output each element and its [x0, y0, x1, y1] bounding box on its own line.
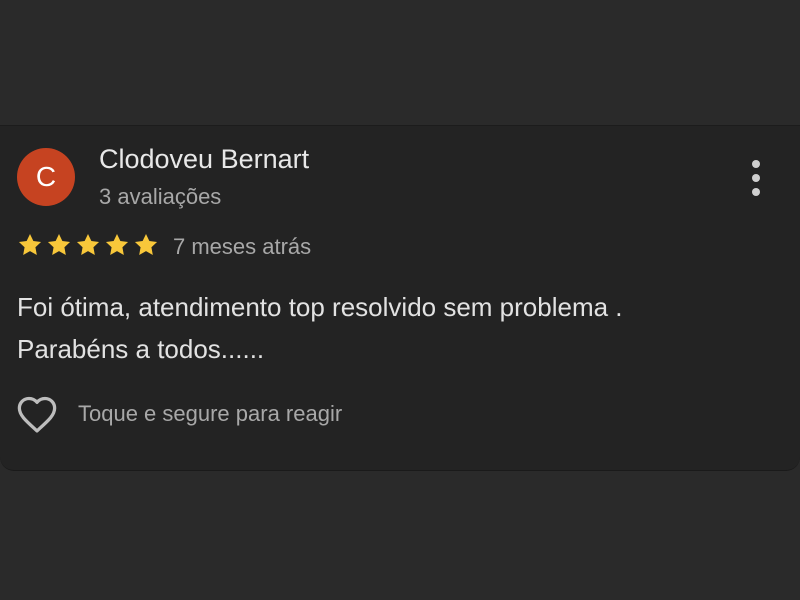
- author-name[interactable]: Clodoveu Bernart: [99, 144, 309, 175]
- more-vert-icon: [752, 160, 760, 168]
- review-text-line: Foi ótima, atendimento top resolvido sem…: [17, 292, 623, 322]
- more-options-button[interactable]: [738, 156, 774, 200]
- star-icon: [134, 233, 158, 255]
- review-text-line: Parabéns a todos......: [17, 334, 265, 364]
- review-text: Foi ótima, atendimento top resolvido sem…: [17, 286, 757, 370]
- avatar-initial: C: [35, 161, 57, 192]
- react-label: Toque e segure para reagir: [78, 401, 343, 426]
- heart-outline-icon: [17, 396, 57, 433]
- review-date: 7 meses atrás: [173, 234, 312, 259]
- page: C Clodoveu Bernart 3 avaliações 7 meses …: [0, 0, 800, 600]
- more-vert-icon-dot: [752, 174, 760, 182]
- more-vert-icon-dot: [752, 188, 760, 196]
- author-review-count[interactable]: 3 avaliações: [99, 184, 221, 210]
- star-icon: [105, 233, 129, 255]
- star-icon: [47, 233, 71, 255]
- star-icon: [18, 233, 42, 255]
- star-rating: [17, 232, 159, 260]
- star-icon: [76, 233, 100, 255]
- avatar[interactable]: C: [17, 148, 75, 206]
- react-button[interactable]: Toque e segure para reagir: [15, 392, 342, 436]
- review-card: C Clodoveu Bernart 3 avaliações 7 meses …: [0, 125, 800, 471]
